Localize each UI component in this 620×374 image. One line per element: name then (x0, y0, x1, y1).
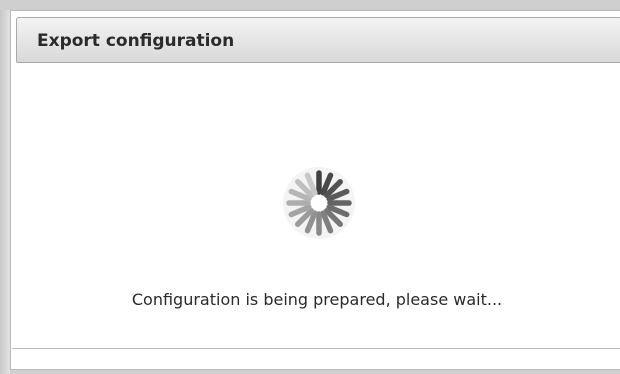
dialog-title-bar[interactable]: Export configuration (16, 17, 620, 63)
spinner-center (311, 195, 327, 211)
export-configuration-dialog: Export configuration Configuration is be… (10, 10, 620, 370)
background-panel-edge (0, 10, 10, 374)
loading-spinner-icon (283, 167, 355, 239)
footer-divider (12, 348, 620, 349)
dialog-title: Export configuration (37, 31, 235, 51)
status-message: Configuration is being prepared, please … (131, 290, 503, 309)
